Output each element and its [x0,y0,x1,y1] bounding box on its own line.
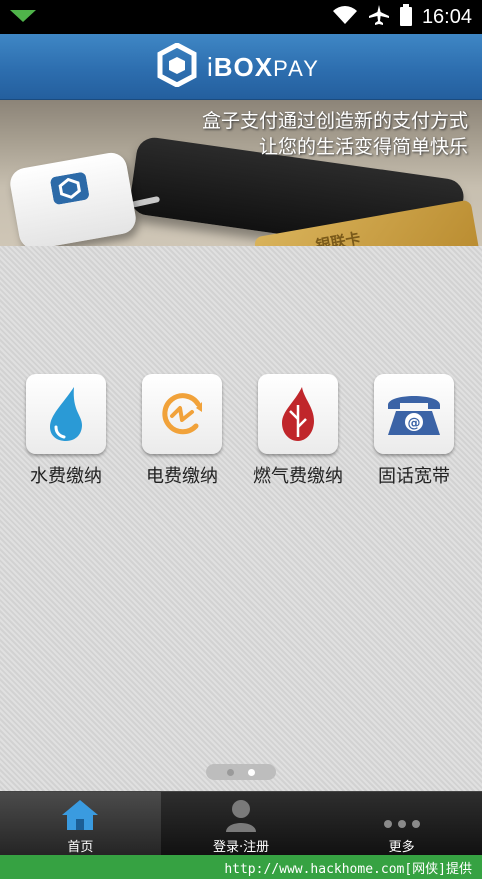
home-icon [61,798,99,836]
gas-bill-label: 燃气费缴纳 [253,466,343,487]
electricity-bill-service[interactable]: 电费缴纳 [132,374,232,488]
tab-login-register[interactable]: 登录·注册 [161,792,322,855]
gas-bill-service[interactable]: 燃气费缴纳 [248,374,348,488]
battery-icon [399,4,412,30]
notification-icon [10,8,36,28]
electricity-bill-label: 电费缴纳 [146,466,218,487]
page-indicator[interactable] [206,764,276,780]
logo-text: iBOXPAY [207,51,320,82]
tab-more[interactable]: 更多 [321,792,482,855]
water-bill-tile[interactable] [26,374,106,454]
tab-more-label: 更多 [388,840,415,855]
wifi-icon [332,5,358,29]
banner-slogan-line1: 盒子支付通过创造新的支付方式 [201,110,468,132]
ibox-pay-logo: iBOXPAY [157,42,320,91]
banner-slogan-line2: 让您的生活变得简单快乐 [258,136,468,158]
source-watermark-bar: http://www.hackhome.com[网侠]提供 [0,855,482,879]
user-icon [224,798,258,836]
electricity-bill-tile[interactable] [142,374,222,454]
bottom-tab-bar: 首页 登录·注册 更多 [0,791,482,855]
services-panel: 水费缴纳 电费缴纳 燃气费缴纳 @ 固话宽带 [0,246,482,791]
app-screen: 16:04 iBOXPAY 银联卡 盒子支付通过创造新的支付方式 让您的生活变得… [0,0,482,879]
app-header: iBOXPAY [0,34,482,100]
source-watermark-text: http://www.hackhome.com[网侠]提供 [224,862,472,877]
water-bill-label: 水费缴纳 [30,466,102,487]
page-dot-2-active[interactable] [248,768,255,776]
tab-home[interactable]: 首页 [0,792,161,855]
box-logo-icon [157,42,197,91]
water-drop-icon [50,387,82,441]
more-icon [383,814,421,833]
airplane-mode-icon [368,4,390,30]
water-bill-service[interactable]: 水费缴纳 [16,374,116,488]
page-dot-1[interactable] [227,768,234,776]
landline-broadband-service[interactable]: @ 固话宽带 [364,374,464,488]
tab-login-register-label: 登录·注册 [212,840,270,855]
electricity-icon [162,393,202,435]
status-time: 16:04 [421,5,472,28]
promo-banner[interactable]: 银联卡 盒子支付通过创造新的支付方式 让您的生活变得简单快乐 [0,100,482,246]
card-reader-image [7,150,139,246]
telephone-icon: @ [388,396,440,435]
svg-text:@: @ [408,416,421,431]
tab-home-label: 首页 [67,840,94,855]
landline-broadband-tile[interactable]: @ [374,374,454,454]
gas-bill-tile[interactable] [258,374,338,454]
status-bar: 16:04 [0,0,482,34]
gas-flame-icon [282,387,314,441]
landline-broadband-label: 固话宽带 [378,466,450,487]
